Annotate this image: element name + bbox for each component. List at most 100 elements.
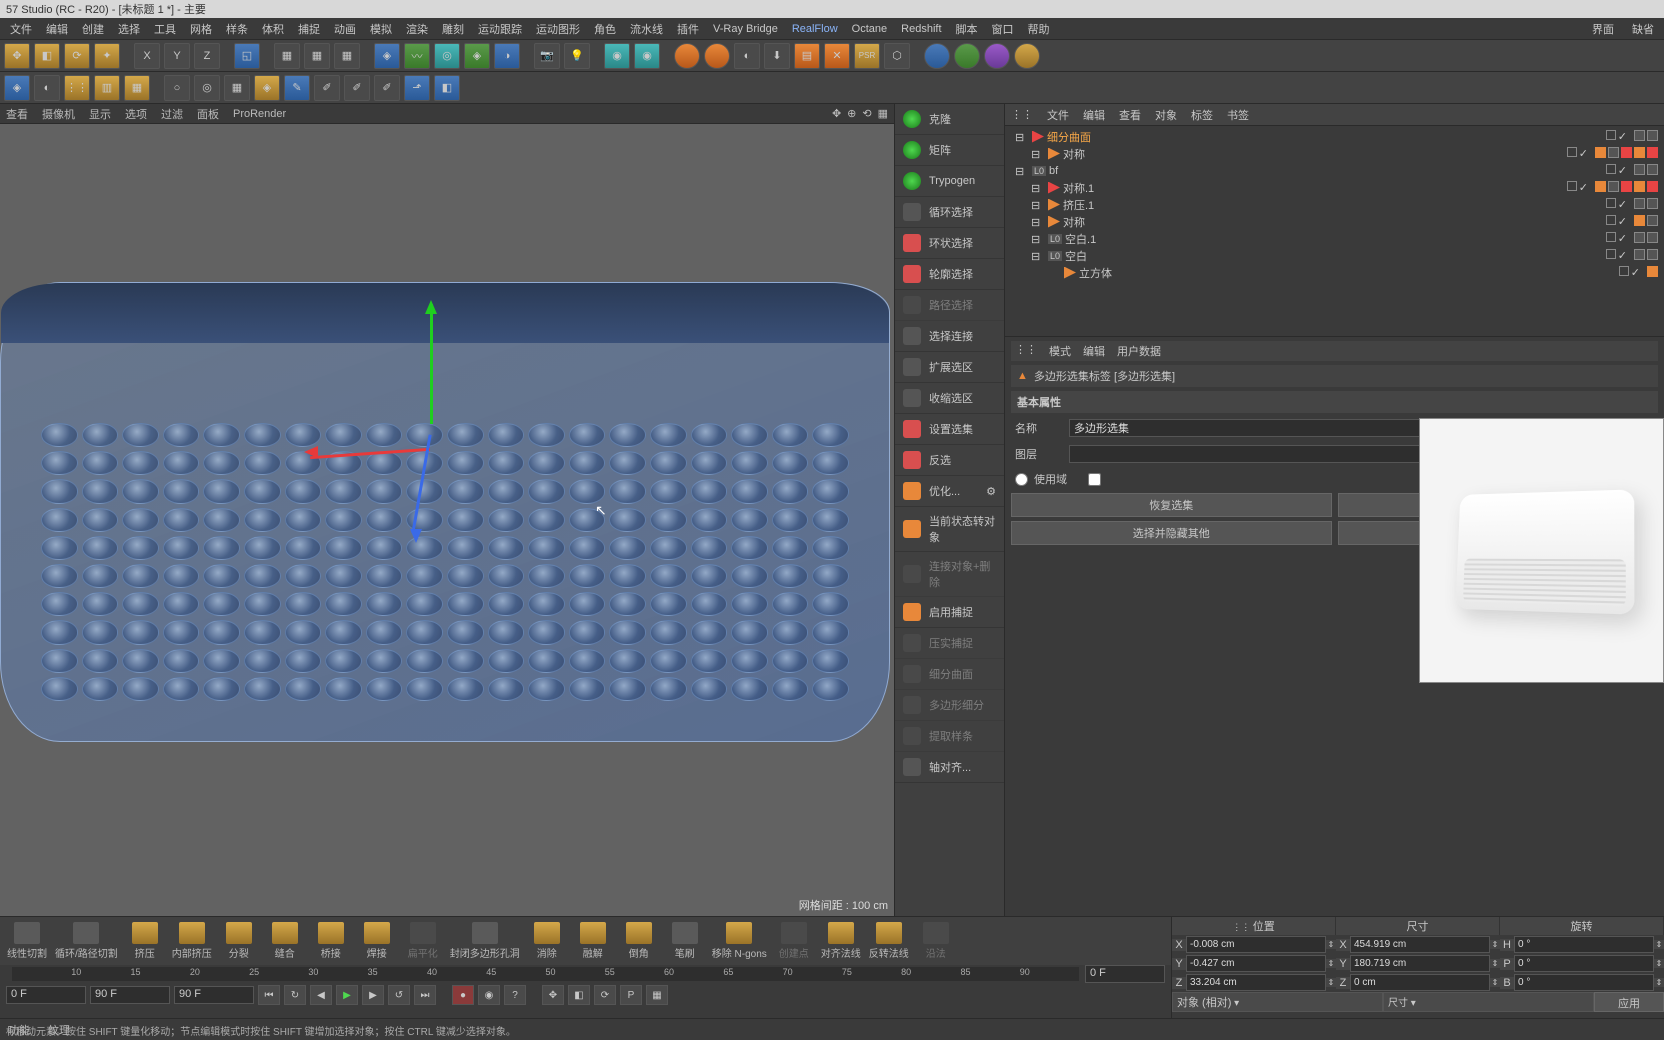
brush2[interactable]: ✐	[344, 75, 370, 101]
keyopt[interactable]: ?	[504, 985, 526, 1005]
mat1[interactable]	[674, 43, 700, 69]
mat3[interactable]: ◐	[734, 43, 760, 69]
vp-max-icon[interactable]: ▦	[878, 107, 888, 120]
meshtool-3[interactable]: 内部挤压	[169, 920, 215, 962]
prev-frame[interactable]: ◀	[310, 985, 332, 1005]
generator[interactable]: ◎	[434, 43, 460, 69]
attrtab-mode[interactable]: 模式	[1049, 343, 1071, 359]
menu-5[interactable]: 网格	[184, 19, 218, 39]
attrtab-user[interactable]: 用户数据	[1117, 343, 1161, 359]
tag2[interactable]: ◉	[634, 43, 660, 69]
timeline-unit[interactable]: 0 F	[1085, 965, 1165, 983]
k3[interactable]: ⟳	[594, 985, 616, 1005]
vpmenu-0[interactable]: 查看	[6, 106, 28, 122]
vpmenu-3[interactable]: 选项	[125, 106, 147, 122]
vp-zoom-icon[interactable]: ⊕	[847, 107, 856, 120]
size-X[interactable]	[1350, 936, 1490, 953]
size-Z[interactable]	[1350, 974, 1490, 991]
sidetool-0[interactable]: 克隆	[895, 104, 1004, 135]
spline-prim[interactable]: 〰	[404, 43, 430, 69]
model-mesh[interactable]: for(let i=0;i<200;i++)document.write('<i…	[0, 282, 890, 742]
menu-20[interactable]: Octane	[846, 21, 893, 37]
apply-button[interactable]: 应用	[1594, 992, 1664, 1012]
scale-tool[interactable]: ◧	[34, 43, 60, 69]
deformer[interactable]: ◈	[464, 43, 490, 69]
vpmenu-5[interactable]: 面板	[197, 106, 219, 122]
sidetool-9[interactable]: 收缩选区	[895, 383, 1004, 414]
render-region[interactable]: ▦	[304, 43, 330, 69]
mat6[interactable]: ✕	[824, 43, 850, 69]
grip-icon[interactable]: ⋮⋮	[1015, 343, 1037, 359]
meshtool-1[interactable]: 循环/路径切割	[52, 920, 121, 962]
render-toggle[interactable]: ✓	[1618, 249, 1627, 262]
tree-row-0[interactable]: ⊟细分曲面✓	[1007, 128, 1662, 145]
tag1[interactable]: ◉	[604, 43, 630, 69]
sidetool-13[interactable]: 当前状态转对象	[895, 507, 1004, 552]
meshtool-4[interactable]: 分裂	[217, 920, 261, 962]
meshtool-10[interactable]: 消除	[525, 920, 569, 962]
menu-13[interactable]: 运动跟踪	[472, 19, 528, 39]
menu-18[interactable]: V-Ray Bridge	[707, 21, 784, 37]
sel1[interactable]: ○	[164, 75, 190, 101]
sidetool-17[interactable]: 细分曲面	[895, 659, 1004, 690]
tree-row-4[interactable]: ⊟挤压.1✓	[1007, 196, 1662, 213]
model-mode[interactable]: ◈	[4, 75, 30, 101]
attrtab-edit[interactable]: 编辑	[1083, 343, 1105, 359]
vp-rot-icon[interactable]: ⟲	[862, 107, 871, 120]
attr-section[interactable]: 基本属性	[1011, 391, 1658, 413]
tree-row-5[interactable]: ⊟对称✓	[1007, 213, 1662, 230]
k1[interactable]: ✥	[542, 985, 564, 1005]
menu-0[interactable]: 文件	[4, 19, 38, 39]
goto-start[interactable]: ⏮	[258, 985, 280, 1005]
cube-prim[interactable]: ◈	[374, 43, 400, 69]
sidetool-12[interactable]: 优化...⚙	[895, 476, 1004, 507]
rotate-tool[interactable]: ⟳	[64, 43, 90, 69]
rot-H[interactable]	[1514, 936, 1654, 953]
mat5[interactable]: ▤	[794, 43, 820, 69]
meshtool-13[interactable]: 笔刷	[663, 920, 707, 962]
meshtool-9[interactable]: 封闭多边形孔洞	[447, 920, 523, 962]
vis-toggle[interactable]	[1606, 232, 1616, 242]
menu-7[interactable]: 体积	[256, 19, 290, 39]
sidetool-16[interactable]: 压实捕捉	[895, 628, 1004, 659]
sidetool-15[interactable]: 启用捕捉	[895, 597, 1004, 628]
meshtool-7[interactable]: 焊接	[355, 920, 399, 962]
meshtool-14[interactable]: 移除 N-gons	[709, 920, 770, 962]
pos-X[interactable]	[1186, 936, 1326, 953]
viewport-3d[interactable]: for(let i=0;i<200;i++)document.write('<i…	[0, 124, 894, 916]
meshtool-12[interactable]: 倒角	[617, 920, 661, 962]
environment[interactable]: ◑	[494, 43, 520, 69]
tree-row-1[interactable]: ⊟对称✓	[1007, 145, 1662, 162]
vpmenu-6[interactable]: ProRender	[233, 108, 286, 120]
brush1[interactable]: ✐	[314, 75, 340, 101]
sidetool-10[interactable]: 设置选集	[895, 414, 1004, 445]
vis-toggle[interactable]	[1606, 130, 1616, 140]
tree-row-7[interactable]: ⊟L0空白✓	[1007, 247, 1662, 264]
usefield-check[interactable]	[1088, 473, 1101, 486]
tree-row-3[interactable]: ⊟对称.1✓	[1007, 179, 1662, 196]
sel3[interactable]: ▦	[224, 75, 250, 101]
pos-Y[interactable]	[1186, 955, 1326, 972]
tree-row-8[interactable]: 立方体✓	[1007, 264, 1662, 281]
brush3[interactable]: ✐	[374, 75, 400, 101]
meshtool-17[interactable]: 反转法线	[866, 920, 912, 962]
wf4[interactable]	[1014, 43, 1040, 69]
axis-x[interactable]: X	[134, 43, 160, 69]
render-toggle[interactable]: ✓	[1618, 215, 1627, 228]
meshtool-0[interactable]: 线性切割	[4, 920, 50, 962]
menu-4[interactable]: 工具	[148, 19, 182, 39]
coord-mode-select[interactable]: 对象 (相对) ▾	[1172, 992, 1383, 1012]
sidetool-3[interactable]: 循环选择	[895, 197, 1004, 228]
meshtool-16[interactable]: 对齐法线	[818, 920, 864, 962]
meshtool-11[interactable]: 融解	[571, 920, 615, 962]
objtab-3[interactable]: 对象	[1155, 107, 1177, 123]
record[interactable]: ●	[452, 985, 474, 1005]
usefield-radio[interactable]	[1015, 473, 1028, 486]
objtab-5[interactable]: 书签	[1227, 107, 1249, 123]
meshtool-15[interactable]: 创建点	[772, 920, 816, 962]
menu-2[interactable]: 创建	[76, 19, 110, 39]
menu-19[interactable]: RealFlow	[786, 21, 844, 37]
menu-12[interactable]: 雕刻	[436, 19, 470, 39]
move-tool[interactable]: ✥	[4, 43, 30, 69]
tree-row-2[interactable]: ⊟L0bf✓	[1007, 162, 1662, 179]
